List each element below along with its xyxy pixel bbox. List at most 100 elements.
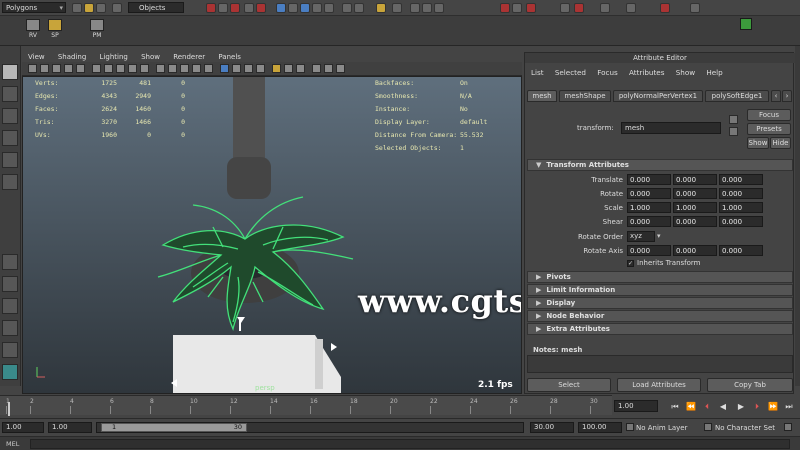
focus-button[interactable]: Focus bbox=[747, 109, 791, 121]
section-pivots[interactable]: ▶ Pivots bbox=[527, 271, 793, 283]
playback-end-field[interactable]: 30.00 bbox=[530, 422, 574, 433]
image-plane-icon[interactable] bbox=[52, 64, 61, 73]
shelf-button-rv[interactable]: RV bbox=[24, 19, 42, 43]
anim-layer-dropdown[interactable]: No Anim Layer bbox=[636, 424, 687, 432]
move-tool-icon[interactable] bbox=[2, 130, 18, 146]
scale-z-field[interactable] bbox=[719, 202, 763, 213]
viewport-menu-lighting[interactable]: Lighting bbox=[100, 53, 128, 61]
tool-settings-icon[interactable] bbox=[600, 3, 610, 13]
lock-icon[interactable] bbox=[376, 3, 386, 13]
step-back-frame-icon[interactable]: ⏪ bbox=[684, 401, 698, 412]
ae-menu-help[interactable]: Help bbox=[706, 68, 722, 77]
anti-aliasing-icon[interactable] bbox=[256, 64, 265, 73]
screen-space-ao-icon[interactable] bbox=[232, 64, 241, 73]
perspective-viewport[interactable]: Verts: 1725 481 0 Edges: 4343 2949 0 Faces: 262… bbox=[22, 76, 522, 394]
rotate-tool-icon[interactable] bbox=[2, 152, 18, 168]
translate-z-field[interactable] bbox=[719, 174, 763, 185]
preferences-icon[interactable] bbox=[784, 423, 792, 431]
textured-icon[interactable] bbox=[192, 64, 201, 73]
layout-graph-icon[interactable] bbox=[2, 342, 18, 358]
view-2d-pan-icon[interactable] bbox=[64, 64, 73, 73]
layout-two-icon[interactable] bbox=[2, 298, 18, 314]
render-frame-icon[interactable] bbox=[410, 3, 420, 13]
rotate-z-field[interactable] bbox=[719, 188, 763, 199]
current-frame-field[interactable]: 1.00 bbox=[614, 400, 658, 412]
playback-start-field[interactable]: 1.00 bbox=[48, 422, 92, 433]
range-slider-handle[interactable]: 1 30 bbox=[101, 423, 247, 432]
snap-curve-icon[interactable] bbox=[288, 3, 298, 13]
shear-x-field[interactable] bbox=[627, 216, 671, 227]
section-extra-attributes[interactable]: ▶ Extra Attributes bbox=[527, 323, 793, 335]
input-field-icon[interactable] bbox=[500, 3, 510, 13]
new-scene-icon[interactable] bbox=[72, 3, 82, 13]
xray-joints-icon[interactable] bbox=[296, 64, 305, 73]
scale-y-field[interactable] bbox=[673, 202, 717, 213]
animation-start-field[interactable]: 1.00 bbox=[2, 422, 44, 433]
smooth-shade-icon[interactable] bbox=[168, 64, 177, 73]
render-settings-icon[interactable] bbox=[434, 3, 444, 13]
viewport-menu-renderer[interactable]: Renderer bbox=[173, 53, 205, 61]
current-time-marker[interactable] bbox=[8, 402, 10, 416]
tab-scroll-right[interactable]: › bbox=[782, 90, 792, 102]
save-scene-icon[interactable] bbox=[96, 3, 106, 13]
translate-y-field[interactable] bbox=[673, 174, 717, 185]
show-button[interactable]: Show bbox=[747, 137, 769, 149]
rotate-y-field[interactable] bbox=[673, 188, 717, 199]
shelf-button-pm[interactable]: PM bbox=[88, 19, 106, 43]
go-to-output-icon[interactable] bbox=[729, 127, 738, 136]
step-back-key-icon[interactable]: ⏴ bbox=[700, 401, 714, 412]
viewport-menu-shading[interactable]: Shading bbox=[58, 53, 86, 61]
film-gate-icon[interactable] bbox=[104, 64, 113, 73]
help-icon[interactable] bbox=[392, 3, 402, 13]
use-lights-icon[interactable] bbox=[204, 64, 213, 73]
shadows-icon[interactable] bbox=[220, 64, 229, 73]
field-chart-icon[interactable] bbox=[140, 64, 149, 73]
play-backwards-icon[interactable]: ◀ bbox=[716, 401, 730, 412]
scale-tool-icon[interactable] bbox=[2, 174, 18, 190]
ae-menu-show[interactable]: Show bbox=[676, 68, 695, 77]
section-node-behavior[interactable]: ▶ Node Behavior bbox=[527, 310, 793, 322]
load-attributes-button[interactable]: Load Attributes bbox=[617, 378, 701, 392]
transform-name-field[interactable] bbox=[621, 122, 721, 134]
layout-single-icon[interactable] bbox=[2, 254, 18, 270]
tab-poly-soft-edge[interactable]: polySoftEdge1 bbox=[705, 90, 769, 102]
section-limit-information[interactable]: ▶ Limit Information bbox=[527, 284, 793, 296]
mel-label[interactable]: MEL bbox=[6, 440, 19, 448]
lasso-tool-icon[interactable] bbox=[2, 86, 18, 102]
lights-icon[interactable] bbox=[324, 64, 333, 73]
copy-tab-button[interactable]: Copy Tab bbox=[707, 378, 793, 392]
grease-pencil-icon[interactable] bbox=[76, 64, 85, 73]
grid-toggle-icon[interactable] bbox=[92, 64, 101, 73]
presets-button[interactable]: Presets bbox=[747, 123, 791, 135]
tab-poly-normal-per-vertex[interactable]: polyNormalPerVertex1 bbox=[613, 90, 703, 102]
layout-four-icon[interactable] bbox=[2, 276, 18, 292]
ae-menu-focus[interactable]: Focus bbox=[597, 68, 618, 77]
paint-select-tool-icon[interactable] bbox=[2, 108, 18, 124]
viewport-menu-show[interactable]: Show bbox=[141, 53, 160, 61]
inherits-transform-checkbox[interactable]: ✓ bbox=[627, 260, 634, 267]
go-to-start-icon[interactable]: ⏮ bbox=[668, 401, 682, 412]
outliner-icon[interactable] bbox=[690, 3, 700, 13]
resolution-gate-icon[interactable] bbox=[116, 64, 125, 73]
gate-mask-icon[interactable] bbox=[128, 64, 137, 73]
ae-menu-selected[interactable]: Selected bbox=[555, 68, 586, 77]
shear-z-field[interactable] bbox=[719, 216, 763, 227]
shelf-button-sp[interactable]: SP bbox=[46, 19, 64, 43]
mask-handles-icon[interactable] bbox=[244, 3, 254, 13]
viewport-menu-panels[interactable]: Panels bbox=[218, 53, 241, 61]
isolate-select-icon[interactable] bbox=[272, 64, 281, 73]
channel-box-toggle-icon[interactable] bbox=[560, 3, 570, 13]
section-display[interactable]: ▶ Display bbox=[527, 297, 793, 309]
attribute-editor-toggle-icon[interactable] bbox=[626, 3, 636, 13]
layer-editor-icon[interactable] bbox=[660, 3, 670, 13]
camera-bookmark-icon[interactable] bbox=[40, 64, 49, 73]
hud-icon[interactable] bbox=[336, 64, 345, 73]
make-live-icon[interactable] bbox=[324, 3, 334, 13]
ae-menu-list[interactable]: List bbox=[531, 68, 544, 77]
range-slider-track[interactable]: 1 30 bbox=[96, 422, 524, 433]
notes-textarea[interactable] bbox=[527, 355, 793, 373]
play-forwards-icon[interactable]: ▶ bbox=[734, 401, 748, 412]
wireframe-icon[interactable] bbox=[156, 64, 165, 73]
xray-icon[interactable] bbox=[284, 64, 293, 73]
wireframe-on-shaded-icon[interactable] bbox=[180, 64, 189, 73]
